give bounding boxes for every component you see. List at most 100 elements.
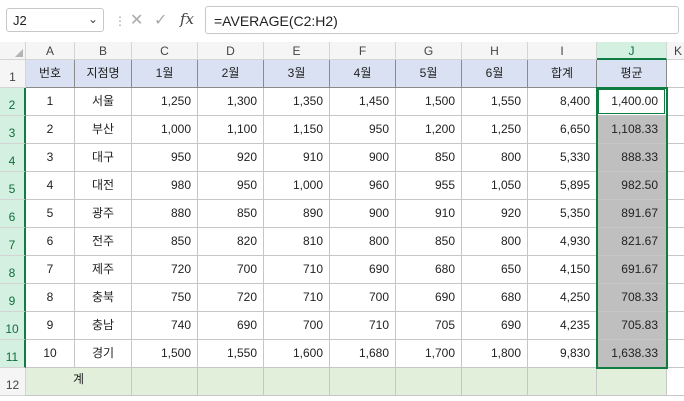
data-cell[interactable]: 충남 [75, 312, 132, 340]
data-cell[interactable]: 대구 [75, 144, 132, 172]
data-cell[interactable]: 700 [330, 284, 396, 312]
data-cell[interactable]: 전주 [75, 228, 132, 256]
row-header-1[interactable]: 1 [0, 60, 26, 88]
total-label-cell[interactable]: 계 [26, 368, 132, 396]
data-cell[interactable]: 충북 [75, 284, 132, 312]
data-cell[interactable]: 690 [462, 312, 528, 340]
column-header-h[interactable]: H [462, 42, 528, 60]
empty-cell[interactable] [667, 228, 684, 256]
row-header-9[interactable]: 9 [0, 284, 26, 312]
column-header-k[interactable]: K [667, 42, 684, 60]
data-cell[interactable]: 부산 [75, 116, 132, 144]
total-cell[interactable] [396, 368, 462, 396]
data-cell[interactable]: 5,350 [528, 200, 597, 228]
data-cell[interactable]: 6 [26, 228, 75, 256]
header-cell[interactable]: 평균 [597, 60, 667, 88]
data-cell[interactable]: 1,680 [330, 340, 396, 368]
column-header-g[interactable]: G [396, 42, 462, 60]
data-cell[interactable]: 710 [330, 312, 396, 340]
data-cell[interactable]: 1,250 [462, 116, 528, 144]
empty-cell[interactable] [667, 256, 684, 284]
header-cell[interactable]: 번호 [26, 60, 75, 88]
data-cell[interactable]: 1,550 [462, 88, 528, 116]
data-cell[interactable]: 650 [462, 256, 528, 284]
select-all-corner[interactable] [0, 42, 26, 60]
row-header-2[interactable]: 2 [0, 88, 26, 116]
average-cell[interactable]: 888.33 [597, 144, 667, 172]
name-box[interactable]: J2 ⌄ [6, 8, 104, 32]
row-header-4[interactable]: 4 [0, 144, 26, 172]
data-cell[interactable]: 800 [462, 228, 528, 256]
data-cell[interactable]: 690 [330, 256, 396, 284]
data-cell[interactable]: 2 [26, 116, 75, 144]
data-cell[interactable]: 740 [132, 312, 198, 340]
average-cell[interactable]: 821.67 [597, 228, 667, 256]
total-cell[interactable] [264, 368, 330, 396]
data-cell[interactable]: 1,600 [264, 340, 330, 368]
data-cell[interactable]: 920 [462, 200, 528, 228]
data-cell[interactable]: 5,895 [528, 172, 597, 200]
data-cell[interactable]: 4,150 [528, 256, 597, 284]
row-header-8[interactable]: 8 [0, 256, 26, 284]
average-cell[interactable]: 891.67 [597, 200, 667, 228]
data-cell[interactable]: 1,800 [462, 340, 528, 368]
empty-cell[interactable] [667, 312, 684, 340]
average-cell[interactable]: 1,638.33 [597, 340, 667, 368]
data-cell[interactable]: 920 [198, 144, 264, 172]
header-cell[interactable]: 지점명 [75, 60, 132, 88]
data-cell[interactable]: 8,400 [528, 88, 597, 116]
data-cell[interactable]: 910 [264, 144, 330, 172]
data-cell[interactable]: 850 [396, 144, 462, 172]
total-cell[interactable] [132, 368, 198, 396]
total-cell[interactable] [330, 368, 396, 396]
row-header-5[interactable]: 5 [0, 172, 26, 200]
data-cell[interactable]: 750 [132, 284, 198, 312]
data-cell[interactable]: 1,050 [462, 172, 528, 200]
total-cell[interactable] [597, 368, 667, 396]
total-cell[interactable] [528, 368, 597, 396]
fx-icon[interactable]: fx [180, 10, 194, 28]
x-icon[interactable]: ✕ [130, 10, 143, 30]
data-cell[interactable]: 850 [132, 228, 198, 256]
data-cell[interactable]: 9,830 [528, 340, 597, 368]
data-cell[interactable]: 9 [26, 312, 75, 340]
data-cell[interactable]: 700 [264, 312, 330, 340]
data-cell[interactable]: 경기 [75, 340, 132, 368]
data-cell[interactable]: 960 [330, 172, 396, 200]
data-cell[interactable]: 890 [264, 200, 330, 228]
data-cell[interactable]: 800 [330, 228, 396, 256]
column-header-j[interactable]: J [597, 42, 667, 60]
data-cell[interactable]: 955 [396, 172, 462, 200]
column-header-c[interactable]: C [132, 42, 198, 60]
average-cell[interactable]: 708.33 [597, 284, 667, 312]
average-cell[interactable]: 691.67 [597, 256, 667, 284]
header-cell[interactable]: 2월 [198, 60, 264, 88]
average-cell[interactable]: 1,108.33 [597, 116, 667, 144]
data-cell[interactable]: 1,000 [264, 172, 330, 200]
average-cell[interactable]: 982.50 [597, 172, 667, 200]
empty-cell[interactable] [667, 200, 684, 228]
data-cell[interactable]: 720 [132, 256, 198, 284]
data-cell[interactable]: 8 [26, 284, 75, 312]
empty-cell[interactable] [667, 144, 684, 172]
data-cell[interactable]: 1,500 [396, 88, 462, 116]
empty-cell[interactable] [667, 60, 684, 88]
data-cell[interactable]: 3 [26, 144, 75, 172]
data-cell[interactable]: 710 [264, 284, 330, 312]
empty-cell[interactable] [667, 116, 684, 144]
average-cell[interactable]: 705.83 [597, 312, 667, 340]
data-cell[interactable]: 1,450 [330, 88, 396, 116]
data-cell[interactable]: 1,300 [198, 88, 264, 116]
empty-cell[interactable] [667, 88, 684, 116]
data-cell[interactable]: 1,250 [132, 88, 198, 116]
data-cell[interactable]: 4,930 [528, 228, 597, 256]
data-cell[interactable]: 680 [396, 256, 462, 284]
check-icon[interactable]: ✓ [154, 10, 167, 30]
data-cell[interactable]: 1,200 [396, 116, 462, 144]
data-cell[interactable]: 5 [26, 200, 75, 228]
data-cell[interactable]: 950 [330, 116, 396, 144]
data-cell[interactable]: 대전 [75, 172, 132, 200]
data-cell[interactable]: 7 [26, 256, 75, 284]
data-cell[interactable]: 950 [132, 144, 198, 172]
data-cell[interactable]: 850 [198, 200, 264, 228]
